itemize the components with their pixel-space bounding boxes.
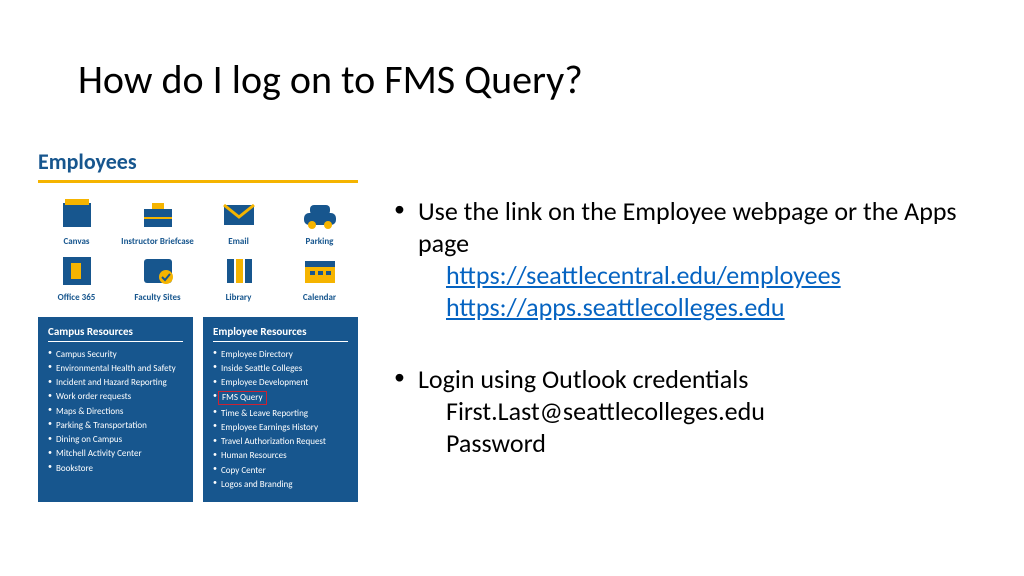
fms-query-highlight: FMS Query <box>218 391 267 404</box>
resource-link[interactable]: Work order requests <box>48 390 183 404</box>
office365-icon <box>57 253 97 289</box>
employee-resources-list: Employee DirectoryInside Seattle College… <box>213 347 348 492</box>
email-icon <box>219 197 259 233</box>
resource-link[interactable]: Copy Center <box>213 463 348 477</box>
resource-link[interactable]: Campus Security <box>48 347 183 361</box>
campus-resources-title: Campus Resources <box>48 325 183 342</box>
app-tile-office365[interactable]: Office 365 <box>38 253 115 303</box>
faculty-icon <box>138 253 178 289</box>
canvas-icon <box>57 197 97 233</box>
resource-link[interactable]: Incident and Hazard Reporting <box>48 376 183 390</box>
campus-resources-list: Campus SecurityEnvironmental Health and … <box>48 347 183 475</box>
app-tile-label: Canvas <box>63 236 89 247</box>
app-tile-briefcase[interactable]: Instructor Briefcase <box>119 197 196 247</box>
resource-link[interactable]: Employee Directory <box>213 347 348 361</box>
instruction-link[interactable]: https://apps.seattlecolleges.edu <box>446 291 785 323</box>
library-icon <box>219 253 259 289</box>
resource-link[interactable]: Travel Authorization Request <box>213 435 348 449</box>
resource-link[interactable]: Parking & Transportation <box>48 418 183 432</box>
app-tile-label: Email <box>228 236 249 247</box>
campus-resources-panel: Campus Resources Campus SecurityEnvironm… <box>38 317 193 502</box>
app-tile-label: Instructor Briefcase <box>121 236 194 247</box>
bullet-item: Use the link on the Employee webpage or … <box>390 195 990 323</box>
employee-page-screenshot: Employees Canvas Instructor Briefcase Emai… <box>38 148 358 502</box>
calendar-icon <box>300 253 340 289</box>
bullet-subtext: Password <box>418 427 990 459</box>
briefcase-icon <box>138 197 178 233</box>
resource-link[interactable]: Employee Earnings History <box>213 420 348 434</box>
resource-link[interactable]: Environmental Health and Safety <box>48 361 183 375</box>
app-tile-label: Calendar <box>303 292 336 303</box>
app-tile-canvas[interactable]: Canvas <box>38 197 115 247</box>
resource-link[interactable]: Logos and Branding <box>213 477 348 491</box>
bullet-text: Use the link on the Employee webpage or … <box>418 195 990 259</box>
employees-heading: Employees <box>38 148 358 183</box>
app-tile-parking[interactable]: Parking <box>281 197 358 247</box>
resource-link[interactable]: Bookstore <box>48 461 183 475</box>
bullet-subtext: First.Last@seattlecolleges.edu <box>418 395 990 427</box>
app-tile-faculty[interactable]: Faculty Sites <box>119 253 196 303</box>
app-tile-library[interactable]: Library <box>200 253 277 303</box>
app-tile-label: Parking <box>306 236 334 247</box>
resource-link[interactable]: Employee Development <box>213 376 348 390</box>
parking-icon <box>300 197 340 233</box>
app-tile-email[interactable]: Email <box>200 197 277 247</box>
resource-link[interactable]: Maps & Directions <box>48 404 183 418</box>
bullet-text: Login using Outlook credentials <box>418 363 990 395</box>
instruction-bullets: Use the link on the Employee webpage or … <box>390 195 990 499</box>
employee-resources-panel: Employee Resources Employee DirectoryIns… <box>203 317 358 502</box>
resource-link[interactable]: Human Resources <box>213 449 348 463</box>
resource-link[interactable]: Mitchell Activity Center <box>48 447 183 461</box>
app-tile-label: Office 365 <box>58 292 96 303</box>
resource-link[interactable]: Inside Seattle Colleges <box>213 361 348 375</box>
resource-link[interactable]: Time & Leave Reporting <box>213 406 348 420</box>
app-tile-label: Library <box>226 292 252 303</box>
app-tile-calendar[interactable]: Calendar <box>281 253 358 303</box>
resource-link[interactable]: Dining on Campus <box>48 433 183 447</box>
app-tile-label: Faculty Sites <box>134 292 180 303</box>
employee-resources-title: Employee Resources <box>213 325 348 342</box>
resource-link[interactable]: FMS Query <box>213 390 348 406</box>
slide-title: How do I log on to FMS Query? <box>78 55 583 104</box>
app-grid: Canvas Instructor Briefcase Email Parking Of… <box>38 197 358 303</box>
instruction-link[interactable]: https://seattlecentral.edu/employees <box>446 259 841 291</box>
bullet-item: Login using Outlook credentialsFirst.Las… <box>390 363 990 459</box>
